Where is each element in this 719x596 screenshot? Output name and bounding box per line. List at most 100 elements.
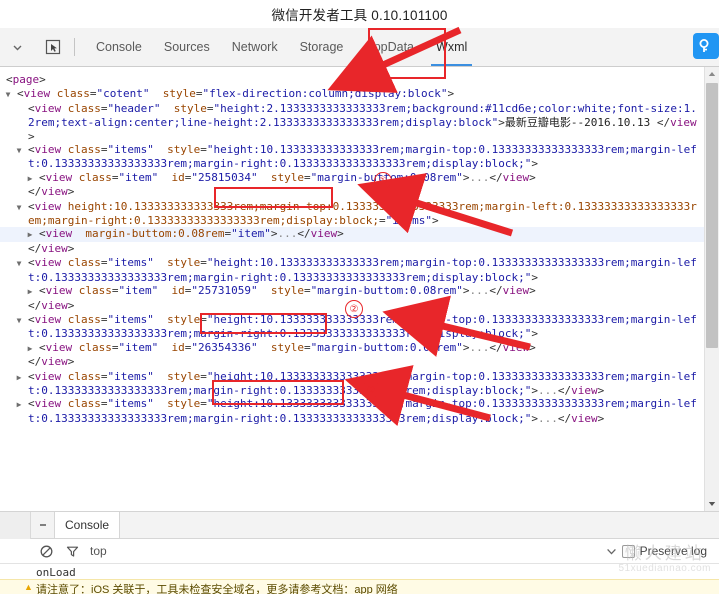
- code-token-punct: <: [28, 256, 35, 270]
- wxml-tree-row[interactable]: ▼<page>: [0, 73, 705, 87]
- wxml-tree-row[interactable]: </view>: [0, 299, 705, 313]
- code-token-tag: page: [12, 73, 40, 86]
- code-token-punct: >: [337, 227, 344, 241]
- code-token-val: "items": [107, 369, 154, 383]
- code-token-punct: <: [28, 199, 35, 213]
- code-token-punct: <: [39, 284, 46, 298]
- wxml-tree-row[interactable]: ▼ <view class="items" style="height:10.13…: [0, 143, 705, 171]
- code-token-attr: class: [61, 312, 101, 326]
- twisty-collapsed-icon[interactable]: ▶: [28, 285, 39, 298]
- devtools-tabs: Console Sources Network Storage AppData …: [85, 28, 478, 66]
- tab-storage[interactable]: Storage: [289, 28, 355, 66]
- wxml-tree-row[interactable]: </view>: [0, 185, 705, 199]
- scroll-up-arrow-icon[interactable]: [705, 67, 719, 81]
- twisty-expanded-icon[interactable]: ▼: [6, 88, 17, 101]
- wxml-tree-row[interactable]: </view>: [0, 242, 705, 256]
- console-context-caret-icon[interactable]: [606, 548, 616, 555]
- wxml-tree-row[interactable]: ▼ <view class="items" style="height:10.13…: [0, 256, 705, 284]
- code-token-val: "flex-direction:column;display:block": [202, 87, 448, 101]
- wxml-tree-row[interactable]: ▼ <view class="items" style="height:10.13…: [0, 313, 705, 341]
- code-token-tag: view: [571, 383, 598, 397]
- console-output: onLoad ▲ 请注意了：iOS 关联于，工具未检查安全域名，更多请参考文档：…: [0, 564, 719, 596]
- code-token-punct: </: [489, 284, 503, 298]
- wxml-tree-row[interactable]: ▶ <view class="item" id="25731059" style=…: [0, 284, 705, 298]
- chevron-down-icon[interactable]: [6, 36, 28, 58]
- code-token-ellip: ...: [469, 170, 490, 184]
- code-token-punct: >: [67, 298, 75, 312]
- tab-wxml[interactable]: Wxml: [425, 28, 478, 66]
- code-token-attr: class: [72, 340, 112, 354]
- code-token-tag: view: [34, 312, 62, 326]
- code-token-attr: id: [158, 284, 185, 298]
- code-token-tag: view: [45, 284, 73, 298]
- code-token-attr: class: [61, 143, 101, 157]
- console-toolbar: top Preserve log: [0, 539, 719, 564]
- wxml-tree-row[interactable]: ▶ <view margin-buttom:0.08rem="item">...<…: [0, 227, 705, 242]
- twisty-expanded-icon[interactable]: ▼: [17, 257, 28, 270]
- tab-console[interactable]: Console: [85, 28, 153, 66]
- preserve-log-control[interactable]: Preserve log: [621, 544, 711, 558]
- console-log-entry: onLoad: [36, 566, 76, 579]
- code-token-punct: </: [557, 411, 572, 425]
- tree-vertical-scrollbar[interactable]: [704, 67, 719, 511]
- code-token-punct: >: [597, 383, 605, 397]
- twisty-collapsed-icon[interactable]: ▶: [17, 398, 28, 411]
- twisty-expanded-icon[interactable]: ▼: [17, 144, 28, 157]
- wxml-tree-row[interactable]: </view>: [0, 355, 705, 369]
- code-token-attr: style: [153, 397, 201, 411]
- twisty-collapsed-icon[interactable]: ▶: [28, 172, 39, 185]
- code-token-tag: view: [571, 411, 598, 425]
- twisty-expanded-icon[interactable]: ▼: [17, 201, 28, 214]
- inspect-element-icon[interactable]: [40, 34, 66, 60]
- code-token-punct: =: [100, 369, 108, 383]
- twisty-expanded-icon[interactable]: ▼: [17, 314, 28, 327]
- preserve-log-label: Preserve log: [639, 544, 707, 558]
- drawer-tab-console[interactable]: Console: [54, 512, 121, 538]
- warning-icon: ▲: [24, 582, 33, 592]
- code-token-punct: >: [498, 116, 505, 130]
- code-token-punct: <: [17, 87, 24, 101]
- code-token-punct: =: [89, 87, 97, 101]
- tab-appdata[interactable]: AppData: [354, 28, 425, 66]
- code-token-tag: view: [41, 241, 68, 255]
- twisty-collapsed-icon[interactable]: ▶: [28, 228, 39, 241]
- code-token-tag: view: [502, 170, 530, 184]
- drawer-menu-icon[interactable]: [32, 512, 54, 538]
- tab-sources[interactable]: Sources: [153, 28, 221, 66]
- wxml-tree-row[interactable]: ▼ <view height:10.133333333333333rem;marg…: [0, 200, 705, 228]
- scrollbar-thumb[interactable]: [706, 83, 718, 348]
- wxml-tree-row[interactable]: ▶ <view class="item" id="25815034" style=…: [0, 171, 705, 185]
- code-token-punct: =: [100, 143, 108, 157]
- wxml-tree-row[interactable]: ▼ <view class="cotent" style="flex-direct…: [0, 87, 705, 101]
- preserve-log-checkbox[interactable]: [621, 544, 635, 558]
- code-token-punct: </: [297, 227, 311, 241]
- code-token-val: "margin-buttom:0.08rem": [310, 170, 463, 184]
- code-token-punct: <: [28, 101, 35, 115]
- console-context-selector[interactable]: top: [90, 544, 107, 558]
- code-token-punct: =: [200, 256, 207, 270]
- wxml-tree-row[interactable]: ▶ <view class="items" style="height:10.13…: [0, 370, 705, 398]
- wxml-tree-row[interactable]: ▶ <view class="item" id="26354336" style=…: [0, 341, 705, 355]
- code-token-punct: <: [28, 312, 35, 326]
- tab-network[interactable]: Network: [221, 28, 289, 66]
- code-token-tag: view: [34, 256, 62, 270]
- code-token-tag: view: [41, 185, 68, 199]
- clear-console-icon[interactable]: [36, 541, 56, 561]
- wxml-tree-list[interactable]: ▼<page>▼<view class="cotent" style="flex…: [0, 67, 705, 511]
- code-token-punct: =: [100, 312, 108, 326]
- wxml-tree-row[interactable]: <view class="header" style="height:2.133…: [0, 102, 705, 143]
- twisty-collapsed-icon[interactable]: ▶: [28, 342, 39, 355]
- tab-wxml-label: Wxml: [436, 40, 468, 54]
- scroll-down-arrow-icon[interactable]: [705, 497, 719, 511]
- code-token-attr: style: [257, 284, 304, 298]
- code-token-tag: view: [41, 355, 68, 369]
- code-token-punct: >: [462, 170, 470, 184]
- filter-icon[interactable]: [62, 541, 82, 561]
- code-token-tag: view: [310, 227, 338, 241]
- code-token-val: "cotent": [96, 87, 150, 101]
- wxml-tree-row[interactable]: ▶ <view class="items" style="height:10.13…: [0, 397, 705, 425]
- blue-app-icon[interactable]: [693, 33, 719, 59]
- code-token-punct: =: [200, 312, 207, 326]
- code-token-tag: view: [23, 87, 51, 101]
- twisty-collapsed-icon[interactable]: ▶: [17, 371, 28, 384]
